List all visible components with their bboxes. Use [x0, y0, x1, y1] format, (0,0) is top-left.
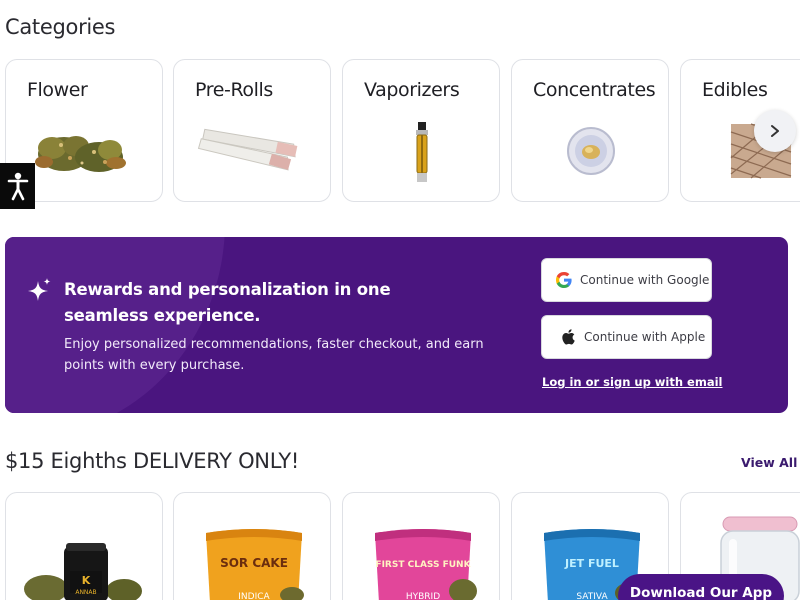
category-label: Flower	[27, 79, 88, 101]
categories-carousel: Flower Pre-Rolls Vaporizers Concentrates…	[5, 59, 800, 203]
download-app-button[interactable]: Download Our App	[618, 574, 784, 600]
banner-title: Rewards and personalization in one seaml…	[64, 280, 391, 325]
category-label: Vaporizers	[364, 79, 460, 101]
product-brand-text: JET FUEL	[564, 557, 619, 570]
category-label: Edibles	[702, 79, 768, 101]
category-card-pre-rolls[interactable]: Pre-Rolls	[173, 59, 331, 202]
product-strain-text: INDICA	[238, 592, 270, 600]
view-all-link[interactable]: View All	[741, 455, 797, 470]
product-brand-text: SOR CAKE	[220, 556, 288, 570]
product-card[interactable]: K ANNAB	[5, 492, 163, 600]
product-card[interactable]: SOR CAKE INDICA	[173, 492, 331, 600]
category-label: Pre-Rolls	[195, 79, 273, 101]
concentrates-image	[567, 127, 615, 175]
rewards-banner: Rewards and personalization in one seaml…	[5, 237, 788, 413]
email-signin-link[interactable]: Log in or sign up with email	[542, 375, 723, 389]
continue-with-google-button[interactable]: Continue with Google	[541, 258, 712, 302]
banner-description: Enjoy personalized recommendations, fast…	[64, 337, 484, 373]
accessibility-button[interactable]	[0, 163, 35, 209]
apple-button-label: Continue with Apple	[584, 330, 706, 344]
product-brand-text: K	[82, 574, 91, 587]
categories-title: Categories	[5, 15, 116, 39]
carousel-next-button[interactable]	[754, 110, 796, 152]
category-card-vaporizers[interactable]: Vaporizers	[342, 59, 500, 202]
product-card[interactable]: FIRST CLASS FUNK HYBRID	[342, 492, 500, 600]
accessibility-icon	[7, 172, 28, 201]
product-strain-text: SATIVA	[576, 592, 608, 600]
product-brand-text: FIRST CLASS FUNK	[375, 560, 471, 570]
deals-title: $15 Eighths DELIVERY ONLY!	[5, 449, 299, 473]
product-strain-text: HYBRID	[406, 592, 440, 600]
continue-with-apple-button[interactable]: Continue with Apple	[541, 315, 712, 359]
sparkle-icon	[28, 278, 51, 301]
pre-rolls-image	[197, 128, 298, 171]
category-card-concentrates[interactable]: Concentrates	[511, 59, 669, 202]
google-icon	[556, 272, 572, 288]
vaporizer-image	[416, 122, 428, 182]
product-image: SOR CAKE INDICA	[206, 529, 304, 600]
product-image: K ANNAB	[24, 543, 142, 600]
category-label: Concentrates	[533, 79, 656, 101]
google-button-label: Continue with Google	[580, 273, 710, 287]
product-image: FIRST CLASS FUNK HYBRID	[375, 529, 477, 600]
apple-icon	[560, 329, 576, 345]
chevron-right-icon	[771, 125, 779, 137]
product-strain-text: ANNAB	[75, 589, 96, 596]
